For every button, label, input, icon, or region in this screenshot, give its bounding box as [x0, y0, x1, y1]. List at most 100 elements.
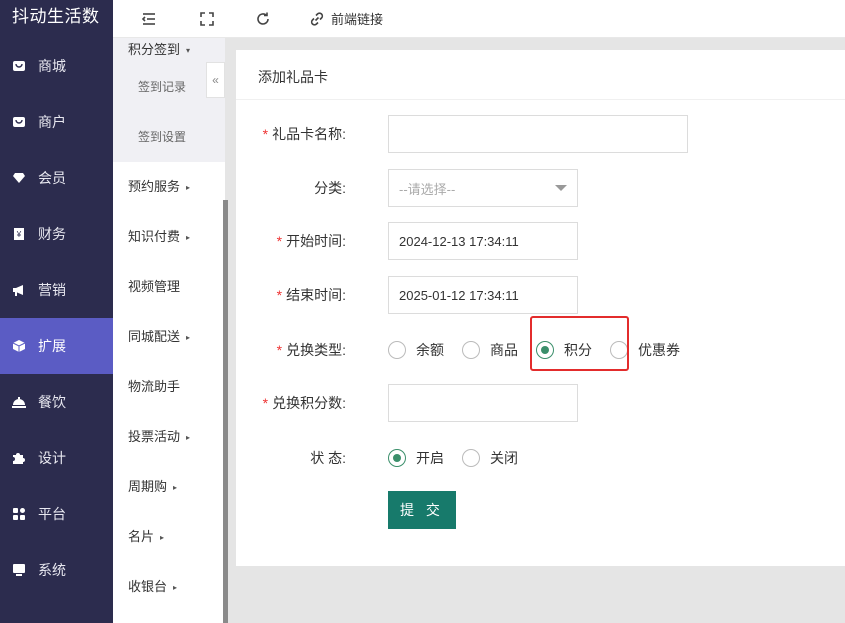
fullscreen-icon[interactable] — [199, 0, 215, 38]
nav-item-5[interactable]: 扩展 — [0, 318, 113, 374]
submenu-items: 预约服务 ▸ 知识付费 ▸ 视频管理 同城配送 ▸ 物流助手 投票活动 ▸ 周期购 ▸ 名片 ▸ 收银台 ▸ — [113, 162, 225, 612]
submenu-scrollbar[interactable] — [223, 200, 228, 623]
frontend-link-button[interactable]: 前端链接 — [309, 0, 383, 38]
highlight-box — [530, 316, 629, 371]
dropdown-arrow-icon — [555, 185, 567, 191]
points-input[interactable] — [388, 384, 578, 422]
radio-unchecked-icon — [462, 449, 480, 467]
submenu-item[interactable]: 收银台 ▸ — [113, 562, 225, 612]
radio-checked-icon — [388, 449, 406, 467]
exchange-type-radio-label: 优惠券 — [638, 342, 680, 358]
nav-item-label: 平台 — [38, 506, 66, 522]
submenu-item[interactable]: 知识付费 ▸ — [113, 212, 225, 262]
category-select[interactable]: --请选择-- — [388, 169, 578, 207]
submenu-item-label: 同城配送 — [128, 329, 181, 344]
submit-button[interactable]: 提 交 — [388, 491, 456, 529]
double-chevron-left-icon: « — [212, 73, 219, 87]
grid-icon — [12, 507, 26, 521]
brand-title: 抖动生活数 — [12, 7, 100, 26]
caret-right-icon: ▸ — [186, 332, 191, 342]
caret-right-icon: ▸ — [160, 532, 165, 542]
radio-unchecked-icon — [462, 341, 480, 359]
puzzle-icon — [12, 451, 26, 465]
link-icon — [310, 11, 324, 26]
submenu-item-label: 物流助手 — [128, 379, 181, 394]
caret-right-icon: ▸ — [173, 582, 178, 592]
submenu-item[interactable]: 周期购 ▸ — [113, 462, 225, 512]
nav-item-9[interactable]: 系统 — [0, 542, 113, 598]
submenu-item[interactable]: 物流助手 — [113, 362, 225, 412]
nav-item-label: 系统 — [38, 562, 66, 578]
nav-item-0[interactable]: 商城 — [0, 38, 113, 94]
start-time-label: * 开始时间: — [276, 233, 346, 249]
caret-right-icon: ▸ — [186, 432, 191, 442]
status-radio-label: 开启 — [416, 450, 444, 466]
nav-item-label: 会员 — [38, 170, 66, 186]
exchange-type-radio-label: 余额 — [416, 342, 444, 358]
end-time-input[interactable]: 2025-01-12 17:34:11 — [388, 276, 578, 314]
nav-item-label: 商户 — [38, 114, 66, 130]
name-input[interactable] — [388, 115, 688, 153]
nav-item-2[interactable]: 会员 — [0, 150, 113, 206]
category-label: 分类: — [314, 180, 346, 196]
caret-down-icon: ▾ — [186, 45, 191, 55]
refresh-icon[interactable] — [255, 0, 271, 38]
submenu-item-label: 周期购 — [128, 479, 168, 494]
exchange-type-label: * 兑换类型: — [276, 342, 346, 358]
row-points: * 兑换积分数: — [236, 384, 845, 422]
submenu-child-item[interactable]: 签到设置 — [113, 112, 225, 162]
dining-icon — [12, 395, 26, 409]
nav-item-label: 餐饮 — [38, 394, 66, 410]
row-status: 状 态: 开启 关闭 — [236, 439, 845, 477]
exchange-type-radio[interactable]: 商品 — [462, 340, 518, 360]
monitor-icon — [12, 563, 26, 577]
submenu-item-label: 投票活动 — [128, 429, 181, 444]
caret-right-icon: ▸ — [186, 182, 191, 192]
nav-item-1[interactable]: 商户 — [0, 94, 113, 150]
required-mark: * — [276, 287, 283, 303]
submenu-item-label: 视频管理 — [128, 279, 181, 294]
svg-text:¥: ¥ — [16, 230, 22, 239]
submenu-item-label: 知识付费 — [128, 229, 181, 244]
submenu-item[interactable]: 预约服务 ▸ — [113, 162, 225, 212]
exchange-type-radio[interactable]: 余额 — [388, 340, 444, 360]
submenu-item[interactable]: 视频管理 — [113, 262, 225, 312]
exchange-type-radio-label: 商品 — [490, 342, 518, 358]
panel-title: 添加礼品卡 — [236, 50, 845, 100]
submenu-item[interactable]: 同城配送 ▸ — [113, 312, 225, 362]
nav-item-label: 扩展 — [38, 338, 66, 354]
collapse-submenu-button[interactable]: « — [206, 62, 225, 98]
nav-item-label: 商城 — [38, 58, 66, 74]
megaphone-icon — [12, 283, 26, 297]
nav-item-4[interactable]: 营销 — [0, 262, 113, 318]
row-name: * 礼品卡名称: — [236, 115, 845, 153]
status-radio[interactable]: 关闭 — [462, 448, 518, 468]
row-category: 分类: --请选择-- — [236, 169, 845, 207]
submenu-item-label: 预约服务 — [128, 179, 181, 194]
submenu-item-label: 收银台 — [128, 579, 168, 594]
required-mark: * — [262, 395, 269, 411]
nav-item-7[interactable]: 设计 — [0, 430, 113, 486]
nav-item-label: 财务 — [38, 226, 66, 242]
nav-item-3[interactable]: ¥ 财务 — [0, 206, 113, 262]
required-mark: * — [262, 126, 269, 142]
submenu-group: 积分签到 ▾ 签到记录 签到设置 — [113, 38, 225, 162]
submenu-item-label: 名片 — [128, 529, 155, 544]
finance-icon: ¥ — [12, 227, 26, 241]
radio-unchecked-icon — [388, 341, 406, 359]
nav-item-8[interactable]: 平台 — [0, 486, 113, 542]
start-time-input[interactable]: 2024-12-13 17:34:11 — [388, 222, 578, 260]
merchant-icon — [12, 115, 26, 129]
submenu-group-title: 积分签到 — [128, 42, 181, 57]
top-toolbar: 前端链接 — [113, 0, 845, 38]
cube-icon — [12, 339, 26, 353]
submenu-item[interactable]: 投票活动 ▸ — [113, 412, 225, 462]
nav-item-label: 营销 — [38, 282, 66, 298]
submenu-item-points-checkin[interactable]: 积分签到 ▾ — [113, 38, 225, 62]
row-end-time: * 结束时间: 2025-01-12 17:34:11 — [236, 276, 845, 314]
nav-item-6[interactable]: 餐饮 — [0, 374, 113, 430]
submenu-item[interactable]: 名片 ▸ — [113, 512, 225, 562]
status-label: 状 态: — [310, 450, 346, 466]
menu-toggle-icon[interactable] — [141, 0, 157, 38]
status-radio[interactable]: 开启 — [388, 448, 444, 468]
